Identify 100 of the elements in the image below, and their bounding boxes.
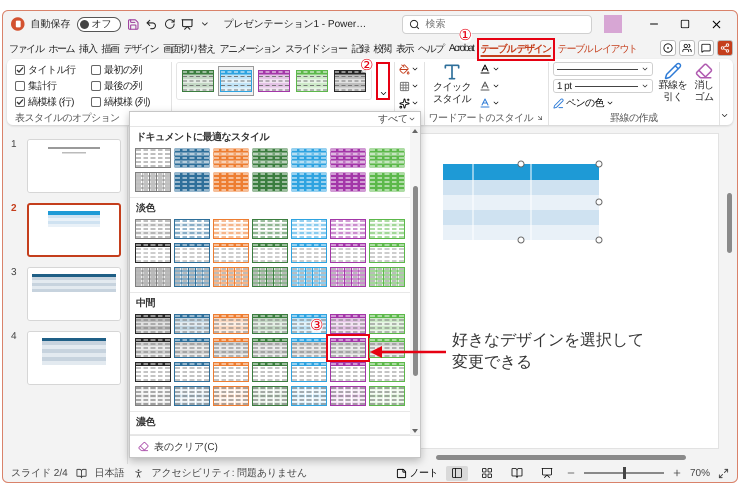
caret-icon xyxy=(606,99,614,107)
redo-icon xyxy=(164,18,176,30)
reading-view-icon xyxy=(510,467,523,479)
record-icon xyxy=(663,43,673,53)
slide-number: 1 xyxy=(11,139,18,150)
group-label: 表スタイルのオプション xyxy=(15,112,120,125)
caret-icon xyxy=(411,82,419,90)
slideshow-icon xyxy=(540,467,553,479)
view-button[interactable] xyxy=(446,466,468,480)
presenter-icon xyxy=(181,18,194,30)
share-button[interactable] xyxy=(717,40,733,56)
slide-number: 2 xyxy=(11,203,18,214)
scrollbar-thumb[interactable] xyxy=(436,455,686,460)
text-fill-button[interactable] xyxy=(478,62,500,76)
autosave-toggle[interactable]: オフ xyxy=(76,16,121,32)
ribbon-tab[interactable]: デザイン xyxy=(122,40,160,59)
language-label: 日本語 xyxy=(94,466,125,480)
eraser-icon xyxy=(138,441,149,452)
ribbon-tab[interactable]: 表示 xyxy=(394,40,416,59)
scrollbar-thumb[interactable] xyxy=(726,193,732,253)
slide-thumbnail[interactable] xyxy=(27,203,121,257)
table-drawing[interactable] xyxy=(443,160,603,246)
borders-button[interactable] xyxy=(399,79,419,93)
text-effects-button[interactable] xyxy=(478,96,500,110)
caret-icon xyxy=(378,89,388,98)
record-button[interactable] xyxy=(660,40,676,56)
accessibility-icon xyxy=(132,468,144,478)
people-icon xyxy=(682,43,692,53)
slide-number: 3 xyxy=(11,267,18,278)
gallery-more-button[interactable] xyxy=(376,62,390,100)
effects-button[interactable] xyxy=(399,96,419,110)
option-checkbox[interactable]: 集計行 xyxy=(15,79,91,93)
checkmark-icon xyxy=(16,98,24,106)
ribbon-tab[interactable]: ヘルプ xyxy=(416,40,446,59)
paint-bucket-icon xyxy=(399,64,410,74)
caret-icon xyxy=(492,82,500,90)
meeting-button[interactable] xyxy=(679,40,695,56)
option-checkbox[interactable]: 最初の列 xyxy=(91,63,167,77)
zoom-level: 70% xyxy=(690,468,710,478)
ribbon-tab[interactable]: ホーム xyxy=(46,40,76,59)
text-outline-icon xyxy=(478,80,491,92)
notes-icon xyxy=(396,468,408,478)
ribbon-tab[interactable]: アニメーション xyxy=(218,40,282,59)
draw-table-button[interactable]: 罫線を引く xyxy=(656,62,689,103)
close-icon xyxy=(710,18,723,30)
clear-table-button[interactable]: 表のクリア(C) xyxy=(130,435,420,457)
ribbon-tab[interactable]: 挿入 xyxy=(77,40,98,59)
slide-indicator: スライド 2/4 xyxy=(11,467,68,480)
text-outline-button[interactable] xyxy=(478,79,500,93)
section-title: 淡色 xyxy=(135,202,156,216)
ribbon-tab[interactable]: テーブル デザイン xyxy=(478,40,553,59)
ribbon-tab[interactable]: スライド ショー xyxy=(282,40,348,59)
sparkles-icon xyxy=(399,98,410,108)
save-icon xyxy=(126,18,140,30)
ribbon-tab[interactable]: ファイル xyxy=(7,40,46,59)
slide-preview-drawing xyxy=(42,338,106,366)
ribbon-tab[interactable]: 画面切り替え xyxy=(161,40,217,59)
ribbon-tab[interactable]: テーブル レイアウト xyxy=(556,40,638,59)
accessibility-status: アクセシビリティ: 問題ありません xyxy=(152,467,308,480)
table-style-option[interactable] xyxy=(135,338,171,358)
option-checkbox[interactable]: 縞模様 (列) xyxy=(91,95,167,109)
text-color-icon xyxy=(478,63,491,75)
caret-icon xyxy=(640,65,649,73)
table-style-option[interactable] xyxy=(135,362,171,382)
document-title: プレゼンテーション1 - Power… xyxy=(223,18,366,31)
comments-button[interactable] xyxy=(698,40,714,56)
eraser-button[interactable]: 消しゴム xyxy=(692,62,715,103)
option-checkbox[interactable]: 最後の列 xyxy=(91,79,167,93)
group-title: ワードアートのスタイル xyxy=(428,112,534,125)
autosave-label: 自動保存 xyxy=(30,18,71,31)
scrollbar-thumb[interactable] xyxy=(412,186,418,376)
zoom-in-icon xyxy=(672,468,682,478)
notes-button[interactable]: ノート xyxy=(396,466,438,480)
quick-styles-button[interactable]: クイックスタイル xyxy=(428,62,475,105)
shading-button[interactable] xyxy=(399,62,419,76)
caret-icon xyxy=(492,99,500,107)
table-style-option[interactable] xyxy=(135,314,171,334)
ribbon-tab[interactable]: 記録 xyxy=(349,40,371,59)
slide-preview-drawing xyxy=(48,146,100,156)
pen-color-button[interactable]: ペンの色 xyxy=(552,96,614,110)
callout-number: ② xyxy=(360,58,373,73)
text-effects-icon xyxy=(478,97,491,109)
caret-icon xyxy=(492,65,500,73)
share-icon xyxy=(720,43,730,53)
section-title: 濃色 xyxy=(135,416,156,430)
annotation-text: 好きなデザインを選択して 変更できる xyxy=(452,331,644,373)
option-checkbox[interactable]: 縞模様 (行) xyxy=(15,95,91,109)
line-style-field[interactable] xyxy=(552,62,653,76)
option-checkbox[interactable]: タイトル行 xyxy=(15,63,91,77)
zoom-slider-thumb[interactable] xyxy=(622,467,626,479)
ribbon-tab[interactable]: 描画 xyxy=(99,40,121,59)
filter-button[interactable]: すべて xyxy=(378,112,416,126)
ribbon-tab[interactable]: Acrobat xyxy=(446,40,476,59)
ribbon-tab[interactable]: 校閲 xyxy=(372,40,393,59)
search-icon xyxy=(409,18,420,30)
slide-preview-drawing xyxy=(48,211,100,227)
maximize-icon xyxy=(680,19,690,29)
eraser-icon xyxy=(694,62,713,80)
table-style-option[interactable] xyxy=(135,243,171,263)
line-weight-field[interactable]: 1 pt xyxy=(552,79,653,93)
